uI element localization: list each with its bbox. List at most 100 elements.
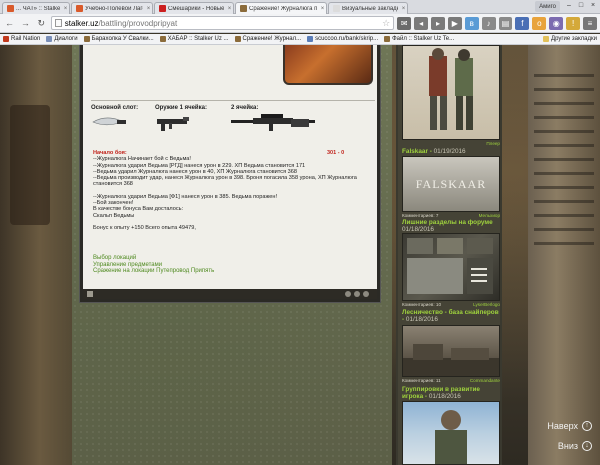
forest-base-image	[403, 344, 499, 376]
bookmark-item[interactable]: scuccoo.ru/bank/skrip...	[307, 36, 378, 42]
bookmark-item[interactable]: Сражение! Журнал...	[234, 36, 301, 42]
tab-favicon-icon	[159, 5, 166, 12]
other-bookmarks[interactable]: Другие закладки	[543, 36, 597, 42]
bookmark-star-icon[interactable]: ☆	[382, 18, 390, 29]
stalkers-artwork[interactable]	[402, 45, 500, 140]
minimize-icon[interactable]: –	[564, 1, 574, 10]
mail-extension-icon[interactable]: ✉	[397, 16, 412, 30]
user-name: Амиго	[539, 3, 556, 10]
close-tab-icon[interactable]: ×	[319, 6, 326, 12]
close-tab-icon[interactable]: ×	[62, 6, 69, 12]
bookmark-favicon-icon	[3, 36, 9, 42]
close-tab-icon[interactable]: ×	[400, 6, 407, 12]
tab-title: Смешарики - Новые приклю...	[168, 5, 224, 12]
tab-favicon-icon	[240, 5, 247, 12]
vk-extension-icon[interactable]: в	[464, 16, 479, 30]
scroll-down-button[interactable]: Вниз ↓	[558, 441, 592, 451]
music-extension-icon[interactable]: ♪	[481, 16, 496, 30]
tab-favicon-icon	[7, 5, 14, 12]
globe-extension-icon[interactable]: ◉	[549, 16, 564, 30]
browser-tab-active[interactable]: Сражение! Журналюга пр... ×	[235, 2, 327, 14]
log-line: Бонус к опыту +150 Всего опыта 49479,	[93, 224, 196, 231]
browser-tab[interactable]: ... ЧАТ» :: Stalker Uz Террит... ×	[2, 2, 70, 14]
tab-title: Учебно-Полевой Лагерь	[85, 5, 143, 12]
weapon1-slot[interactable]	[155, 111, 191, 135]
dot-icon	[345, 291, 351, 297]
post-author[interactable]: LyserBerlogo	[473, 302, 500, 307]
background-art-right	[528, 45, 600, 465]
document-extension-icon[interactable]: ▤	[498, 16, 513, 30]
arrow-down-icon: ↓	[582, 441, 592, 451]
maximize-icon[interactable]: □	[576, 1, 586, 10]
post-author[interactable]: Мельхиор	[479, 213, 500, 218]
post-title-text: Лесничество - база снайперов	[402, 309, 499, 316]
scroll-up-button[interactable]: Наверх ↑	[547, 421, 592, 431]
post-author[interactable]: Commandante	[470, 378, 500, 383]
weapon2-slot[interactable]	[231, 111, 321, 133]
odnoklassniki-extension-icon[interactable]: о	[532, 16, 547, 30]
close-tab-icon[interactable]: ×	[145, 6, 152, 12]
play-extension-icon[interactable]: ◂	[414, 16, 429, 30]
fight-location-link[interactable]: Сражение на локации Путепровод Припять	[93, 268, 214, 275]
bookmark-label: Файл :: Stalker Uz Te...	[392, 36, 455, 42]
post-meta: Комментариев: 10 LyserBerlogo	[402, 302, 500, 307]
falskaar-banner-text: FALSKAAR	[415, 176, 487, 191]
tab-title: Сражение! Журналюга пр...	[249, 5, 317, 12]
bookmark-favicon-icon	[46, 36, 53, 42]
other-bookmarks-label: Другие закладки	[551, 36, 597, 42]
bookmark-item[interactable]: Диалоги	[46, 36, 78, 42]
reload-icon[interactable]: ↻	[35, 17, 48, 30]
bookmark-item[interactable]: Барахолка У Свалки...	[83, 36, 154, 42]
post-title-text: Falskaar	[402, 148, 428, 155]
post-title[interactable]: Лишние разделы на форуме 01/18/2016	[402, 219, 502, 233]
knife-icon	[92, 117, 126, 126]
bookmark-label: ХАБАР :: Stalker Uz ...	[167, 36, 229, 42]
post-meta: Комментариев: 7 Мельхиор	[402, 213, 500, 218]
bookmark-item[interactable]: Rail Nation	[3, 36, 40, 42]
address-bar[interactable]: stalker.uz/battling/provodpripyat ☆	[50, 16, 395, 30]
bookmark-favicon-icon	[83, 36, 90, 42]
knife-slot[interactable]	[91, 115, 127, 129]
post-date: 01/19/2016	[433, 148, 466, 155]
close-tab-icon[interactable]: ×	[226, 6, 233, 12]
forward-icon[interactable]: →	[19, 17, 32, 30]
soldier-image	[435, 410, 467, 464]
browser-tab[interactable]: Визуальные закладки ×	[328, 2, 408, 14]
post-title[interactable]: Группировки в развитие игрока - 01/18/20…	[402, 386, 502, 400]
close-window-icon[interactable]: ×	[588, 1, 598, 10]
tab-favicon-icon	[76, 5, 83, 12]
facebook-extension-icon[interactable]: f	[515, 16, 530, 30]
battle-panel: Основной слот: Оружие 1 ячейка: 2 ячейка…	[80, 45, 380, 302]
manage-items-link[interactable]: Управление предметами	[93, 262, 214, 269]
page-icon	[54, 19, 62, 27]
user-profile-button[interactable]: Амиго	[535, 1, 560, 12]
bookmarks-bar: Rail Nation Диалоги Барахолка У Свалки..…	[0, 34, 600, 45]
bookmark-item[interactable]: ХАБАР :: Stalker Uz ...	[159, 36, 229, 42]
warning-extension-icon[interactable]: !	[566, 16, 581, 30]
battle-log: Начало боя: --Журналюга Начинает бой с В…	[93, 150, 373, 231]
scroll-up-label: Наверх	[547, 421, 578, 431]
bookmark-item[interactable]: Файл :: Stalker Uz Te...	[384, 36, 454, 42]
back-icon[interactable]: ←	[3, 17, 16, 30]
next-extension-icon[interactable]: ▶	[447, 16, 462, 30]
choose-location-link[interactable]: Выбор локаций	[93, 255, 214, 262]
background-art-left	[0, 45, 72, 465]
post-title[interactable]: Лесничество - база снайперов - 01/18/201…	[402, 309, 502, 323]
post-image[interactable]: FALSKAAR	[402, 156, 500, 212]
browser-toolbar: ← → ↻ stalker.uz/battling/provodpripyat …	[0, 14, 600, 33]
browser-tab[interactable]: Смешарики - Новые приклю... ×	[154, 2, 234, 14]
post-image[interactable]	[402, 325, 500, 377]
tab-title: Визуальные закладки	[342, 5, 398, 12]
settings-menu-icon[interactable]: ≡	[583, 16, 597, 30]
pause-extension-icon[interactable]: ▸	[431, 16, 445, 30]
post-author[interactable]: Плеер	[486, 141, 500, 146]
opponent-image	[283, 45, 373, 85]
post-image[interactable]	[402, 401, 500, 465]
bookmark-favicon-icon	[384, 36, 391, 42]
tab-strip: ... ЧАТ» :: Stalker Uz Террит... × Учебн…	[0, 0, 600, 14]
url-host: stalker.uz	[64, 18, 99, 28]
post-title[interactable]: Falskaar - 01/19/2016	[402, 148, 502, 155]
post-image[interactable]	[402, 233, 500, 301]
browser-tab[interactable]: Учебно-Полевой Лагерь ×	[71, 2, 153, 14]
url-text[interactable]: stalker.uz/battling/provodpripyat	[65, 19, 379, 28]
